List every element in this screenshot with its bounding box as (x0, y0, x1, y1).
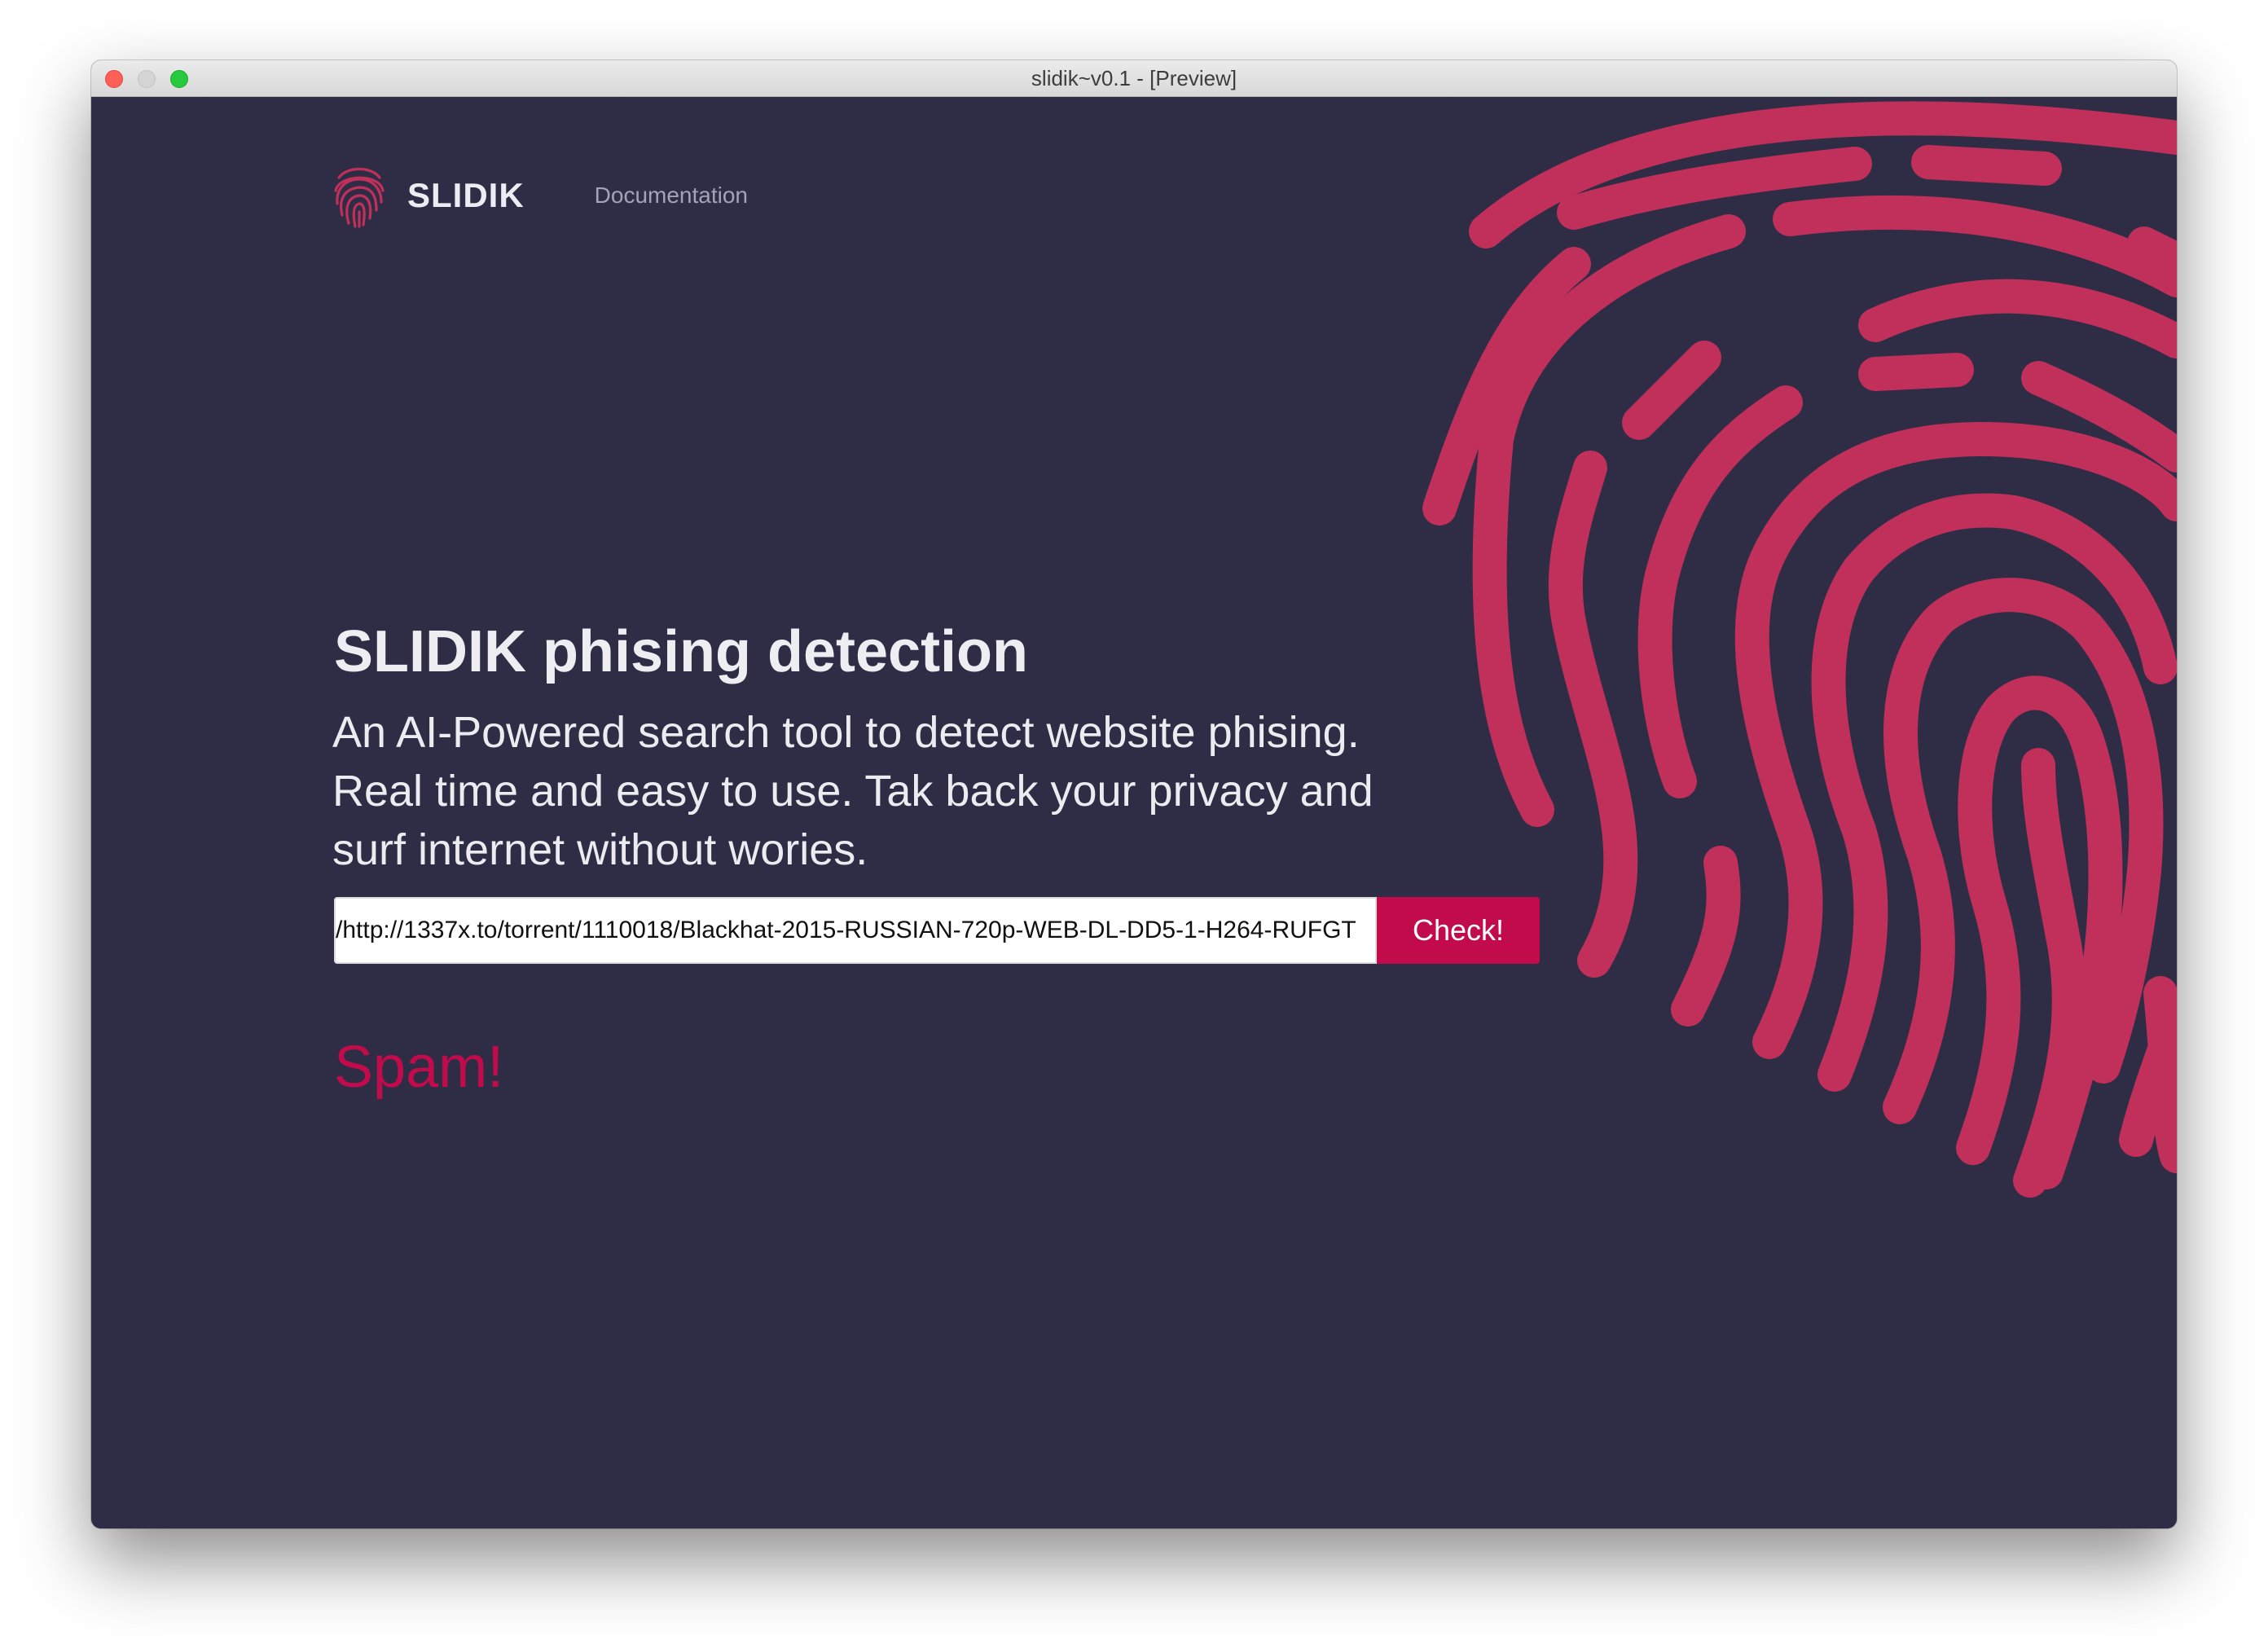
app-window: slidik~v0.1 - [Preview] SLIDIK Documenta… (91, 60, 2177, 1528)
page-title: SLIDIK phising detection (334, 619, 1029, 684)
brand-name[interactable]: SLIDIK (407, 176, 525, 215)
top-nav: SLIDIK Documentation (332, 159, 748, 232)
title-bar: slidik~v0.1 - [Preview] (91, 60, 2177, 97)
result-label: Spam! (334, 1035, 504, 1100)
url-check-form: Check! (334, 897, 1540, 964)
url-input[interactable] (334, 897, 1377, 964)
window-title: slidik~v0.1 - [Preview] (1031, 66, 1237, 90)
page-subtitle: An AI-Powered search tool to detect webs… (332, 708, 1374, 874)
check-button[interactable]: Check! (1377, 897, 1540, 964)
page-content: SLIDIK Documentation SLIDIK phising dete… (91, 97, 2177, 1528)
nav-link-documentation[interactable]: Documentation (595, 182, 748, 209)
fingerprint-icon[interactable] (332, 161, 386, 230)
